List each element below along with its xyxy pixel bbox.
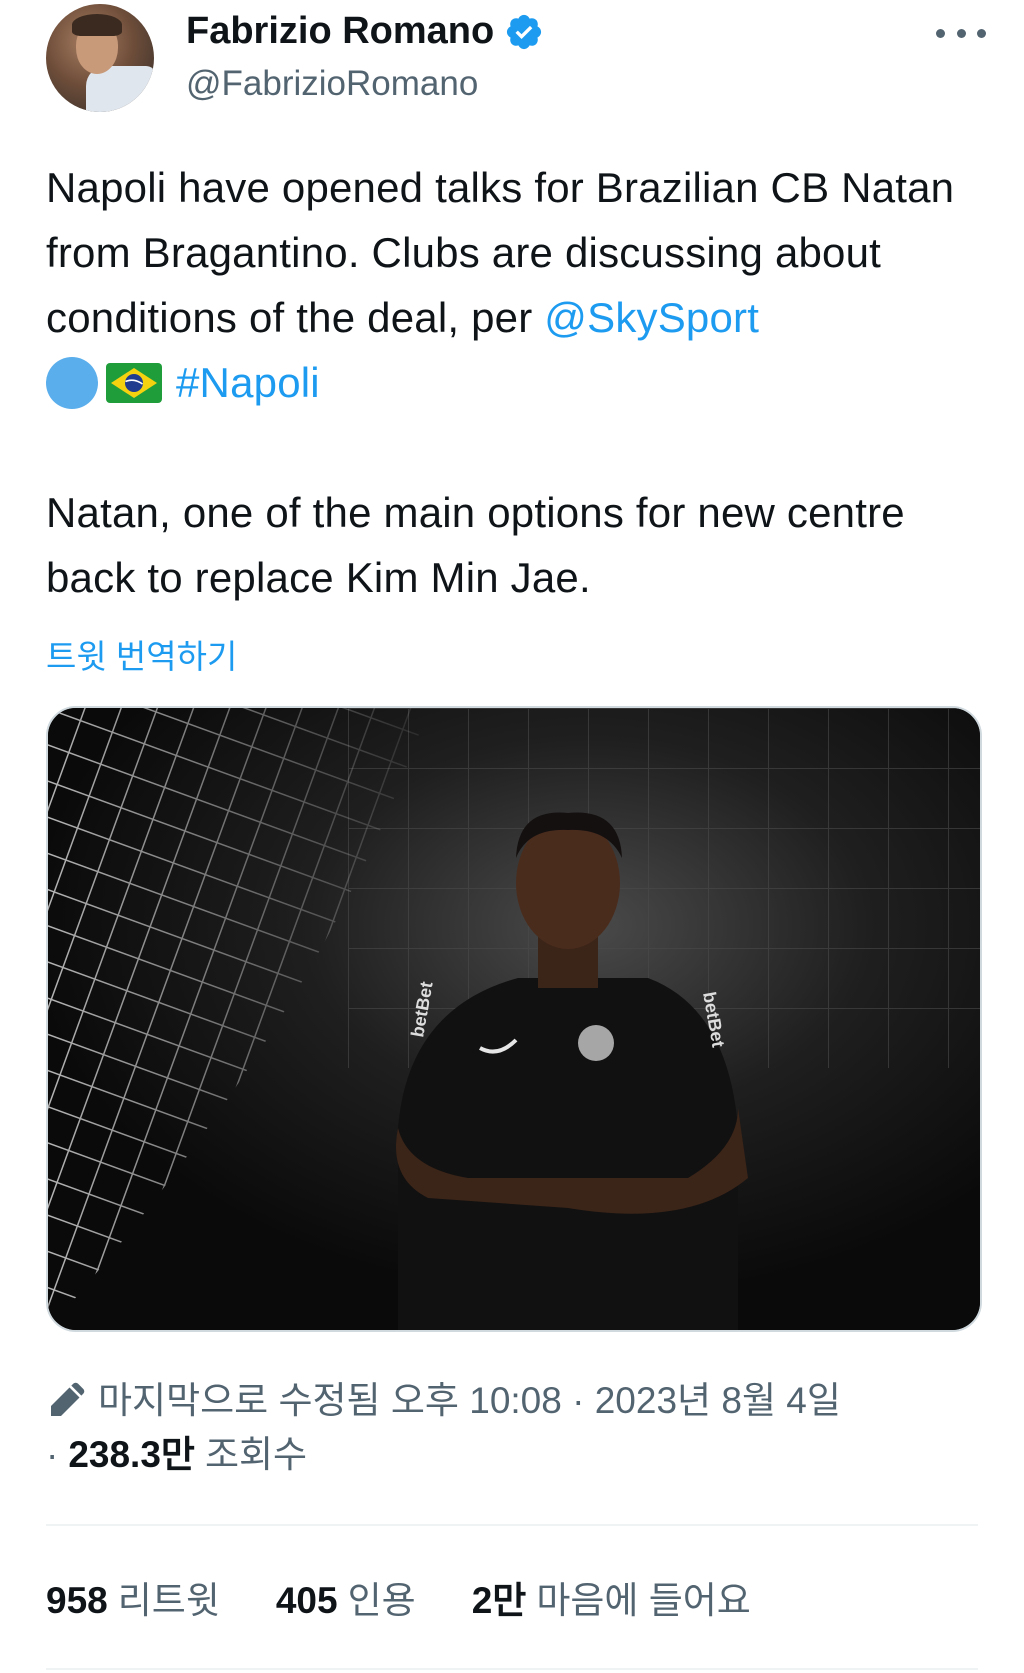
tweet-time[interactable]: 오후 10:08 <box>391 1374 562 1428</box>
engagement-stats: 958 리트윗 405 인용 2만 마음에 들어요 <box>46 1570 807 1624</box>
edited-label[interactable]: 마지막으로 수정됨 <box>98 1374 381 1428</box>
likes-count: 2만 <box>471 1580 527 1621</box>
tweet-text: Napoli have opened talks for Brazilian C… <box>46 155 986 610</box>
user-handle[interactable]: @FabrizioRomano <box>186 64 478 104</box>
more-dot <box>936 28 945 38</box>
display-name[interactable]: Fabrizio Romano <box>186 10 494 53</box>
avatar[interactable] <box>46 4 154 112</box>
quotes-label: 인용 <box>347 1580 416 1621</box>
hashtag-link[interactable]: #Napoli <box>176 359 320 406</box>
translate-tweet-link[interactable]: 트윗 번역하기 <box>46 630 237 678</box>
more-options-icon[interactable] <box>936 18 986 48</box>
tweet-text-part1: Napoli have opened talks for Brazilian C… <box>46 164 955 341</box>
verified-badge-icon <box>507 14 542 49</box>
blue-circle-icon <box>46 357 98 409</box>
tweet-paragraph-1: Napoli have opened talks for Brazilian C… <box>46 155 986 350</box>
divider <box>46 1668 978 1670</box>
mention-link[interactable]: @SkySport <box>544 294 759 341</box>
views-count: 238.3만 <box>68 1434 195 1475</box>
name-row: Fabrizio Romano <box>186 10 544 53</box>
timestamp-row: 마지막으로 수정됨 오후 10:08 · 2023년 8월 4일 <box>46 1374 986 1428</box>
quotes-stat[interactable]: 405 인용 <box>276 1570 416 1624</box>
retweets-count: 958 <box>46 1580 108 1621</box>
retweets-label: 리트윗 <box>117 1580 220 1621</box>
more-dot <box>956 28 966 38</box>
tweet-header: Fabrizio Romano @FabrizioRomano <box>46 4 986 114</box>
views-row: · 238.3만 조회수 <box>46 1428 986 1482</box>
tweet-date[interactable]: 2023년 8월 4일 <box>595 1374 841 1428</box>
tweet-media-photo[interactable]: betBet betBet <box>46 706 982 1332</box>
views-label: 조회수 <box>204 1434 308 1475</box>
more-dot <box>977 28 986 38</box>
edit-pencil-icon[interactable] <box>46 1381 86 1421</box>
meta-separator: · <box>46 1434 59 1475</box>
likes-label: 마음에 들어요 <box>536 1580 751 1621</box>
likes-stat[interactable]: 2만 마음에 들어요 <box>472 1570 751 1624</box>
divider <box>46 1524 978 1526</box>
avatar-hair <box>72 14 122 36</box>
brazil-flag-icon <box>106 363 162 403</box>
quotes-count: 405 <box>275 1580 338 1621</box>
meta-separator: · <box>572 1380 585 1421</box>
tweet-paragraph-2: Natan, one of the main options for new c… <box>46 489 905 601</box>
photo-player-in-jersey: betBet betBet <box>48 708 980 1330</box>
retweets-stat[interactable]: 958 리트윗 <box>46 1570 220 1624</box>
tweet-emoji-line: #Napoli <box>46 350 986 415</box>
tweet-meta: 마지막으로 수정됨 오후 10:08 · 2023년 8월 4일 · 238.3… <box>46 1374 986 1482</box>
